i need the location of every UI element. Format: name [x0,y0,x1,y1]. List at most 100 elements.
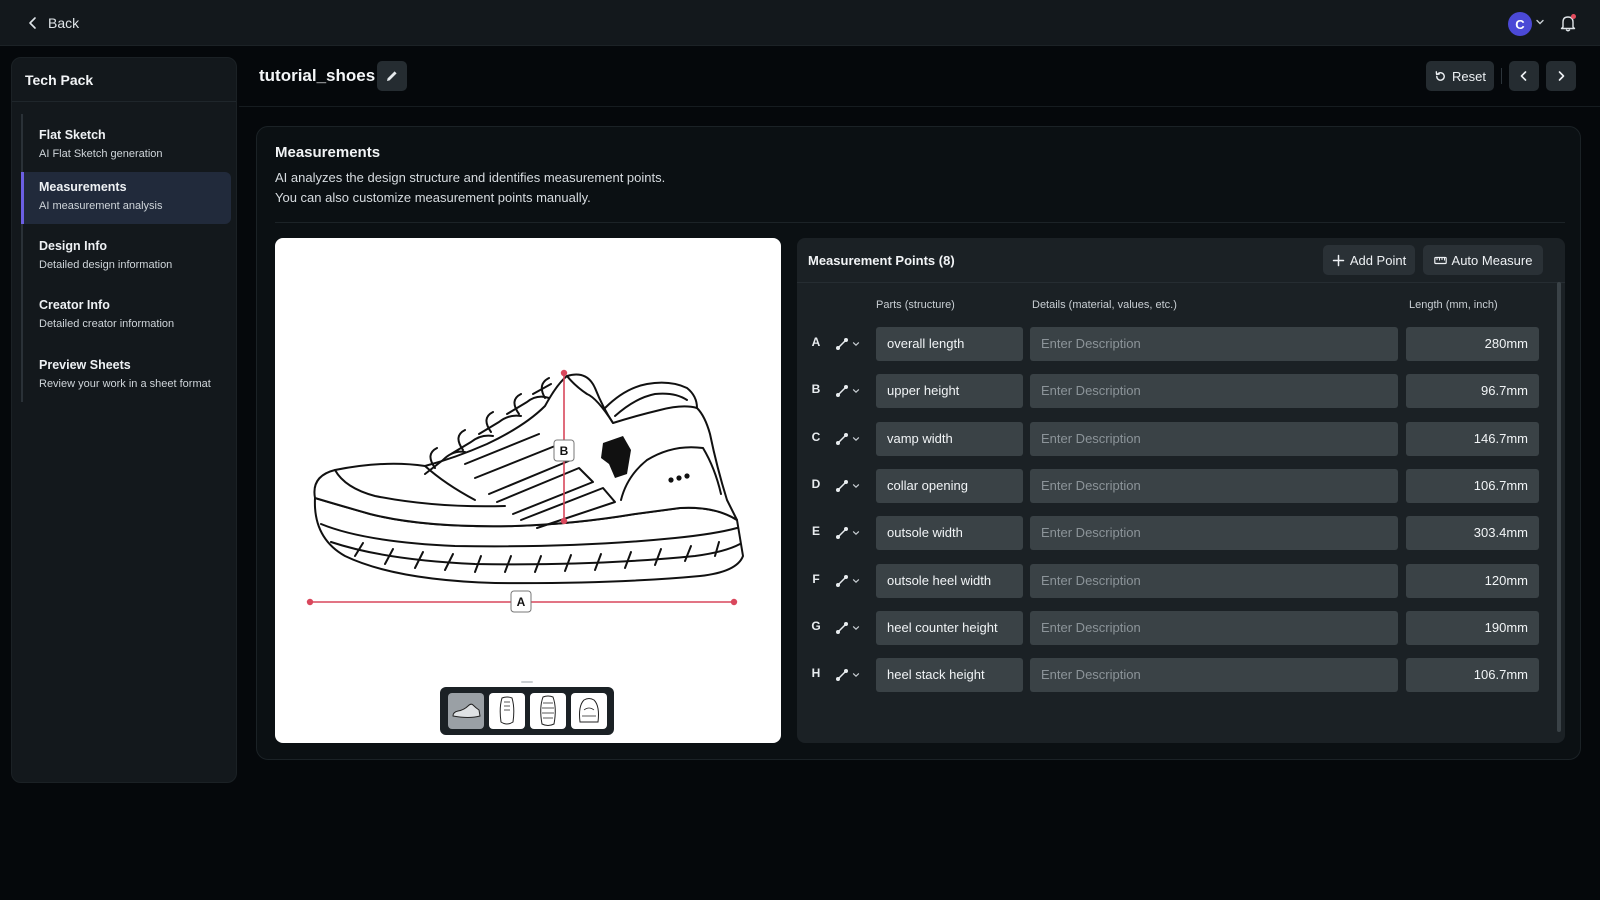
measurement-row: Gheel counter height Enter Description 190… [797,611,1557,645]
description-input[interactable]: Enter Description [1030,564,1398,598]
measure-tool-dropdown[interactable] [829,473,865,499]
section-description-line: You can also customize measurement point… [275,190,591,205]
back-label: Back [48,15,80,31]
chevron-down-icon [852,389,859,394]
description-input[interactable]: Enter Description [1030,658,1398,692]
reset-label: Reset [1452,68,1486,84]
chevron-down-icon[interactable] [1535,17,1545,27]
length-field[interactable]: 303.4mm [1406,516,1539,550]
scrollbar[interactable] [1557,282,1561,732]
marker-b[interactable]: B [553,439,575,462]
measure-tool-dropdown[interactable] [829,615,865,641]
thumbnail-side-view[interactable] [447,693,484,729]
sidebar-item-title: Flat Sketch [39,128,106,142]
measure-tool-dropdown[interactable] [829,426,865,452]
sketch-viewer[interactable]: A B [275,238,781,743]
part-name-field[interactable]: vamp width [876,422,1023,456]
avatar[interactable]: C [1508,12,1532,36]
chevron-down-icon [852,484,859,489]
sidebar-item-subtitle: AI measurement analysis [39,200,163,212]
thumbnail-top-view[interactable] [488,693,525,729]
description-input[interactable]: Enter Description [1030,374,1398,408]
length-field[interactable]: 96.7mm [1406,374,1539,408]
measure-tool-dropdown[interactable] [829,662,865,688]
length-field[interactable]: 146.7mm [1406,422,1539,456]
thumbnail-handle[interactable] [521,681,533,683]
measure-line-icon [835,338,848,350]
next-button[interactable] [1546,61,1576,91]
sidebar-item-title: Preview Sheets [39,358,131,372]
sidebar: Tech Pack Flat Sketch AI Flat Sketch gen… [11,57,237,783]
measure-tool-dropdown[interactable] [829,568,865,594]
part-name-field[interactable]: overall length [876,327,1023,361]
point-letter: C [811,430,821,444]
page-title: tutorial_shoes [259,66,376,85]
point-letter: E [811,524,820,538]
measurement-points-panel: Measurement Points (8) Add Point Auto Me… [797,238,1565,743]
section-title: Measurements [275,144,381,161]
part-name-field[interactable]: collar opening [876,469,1023,503]
shoe-back-icon [578,698,599,723]
reset-button[interactable]: Reset [1426,61,1494,91]
measure-tool-dropdown[interactable] [829,331,865,357]
sidebar-item-measurements[interactable]: Measurements AI measurement analysis [21,172,231,224]
back-button[interactable]: Back [26,12,79,34]
measure-tool-dropdown[interactable] [829,520,865,546]
marker-a-label: A [517,595,526,609]
length-field[interactable]: 280mm [1406,327,1539,361]
add-point-button[interactable]: Add Point [1323,245,1415,275]
sidebar-item-subtitle: Detailed design information [39,259,173,271]
length-field[interactable]: 120mm [1406,564,1539,598]
part-name-field[interactable]: heel counter height [876,611,1023,645]
chevron-down-icon [852,342,859,347]
measurement-row: Bupper height Enter Description 96.7mm [797,374,1557,408]
description-input[interactable]: Enter Description [1030,422,1398,456]
header-separator [1501,68,1502,84]
length-field[interactable]: 106.7mm [1406,469,1539,503]
sidebar-item-title: Creator Info [39,298,110,312]
measure-line-icon [835,433,848,445]
marker-b-label: B [560,444,569,458]
description-input[interactable]: Enter Description [1030,611,1398,645]
marker-a[interactable]: A [510,590,532,613]
sidebar-item-flat-sketch[interactable]: Flat Sketch AI Flat Sketch generation [21,120,231,172]
shoe-sole-icon [539,695,556,726]
sidebar-item-title: Design Info [39,239,108,253]
pencil-icon [387,71,397,81]
part-name-field[interactable]: upper height [876,374,1023,408]
sidebar-item-subtitle: Detailed creator information [39,318,175,330]
measure-line-icon [835,385,848,397]
column-header-length: Length (mm, inch) [1409,299,1498,311]
measure-line-icon [835,527,848,539]
thumbnail-strip [440,687,614,735]
previous-button[interactable] [1509,61,1539,91]
sidebar-item-preview-sheets[interactable]: Preview Sheets Review your work in a she… [21,350,231,402]
top-bar: Back C [0,0,1600,46]
notification-dot [1571,14,1576,19]
sidebar-title: Tech Pack [25,72,94,88]
length-field[interactable]: 106.7mm [1406,658,1539,692]
panel-divider [797,282,1565,283]
chevron-down-icon [852,531,859,536]
sidebar-item-creator-info[interactable]: Creator Info Detailed creator informatio… [21,290,231,342]
point-letter: D [811,477,821,491]
length-field[interactable]: 190mm [1406,611,1539,645]
measure-tool-dropdown[interactable] [829,378,865,404]
thumbnail-bottom-view[interactable] [529,693,566,729]
description-input[interactable]: Enter Description [1030,469,1398,503]
edit-title-button[interactable] [377,61,407,91]
part-name-field[interactable]: heel stack height [876,658,1023,692]
measurement-row: Cvamp width Enter Description 146.7mm [797,422,1557,456]
description-input[interactable]: Enter Description [1030,327,1398,361]
point-letter: B [811,382,821,396]
measurement-row: Dcollar opening Enter Description 106.7mm [797,469,1557,503]
part-name-field[interactable]: outsole heel width [876,564,1023,598]
auto-measure-button[interactable]: Auto Measure [1423,245,1543,275]
sidebar-item-design-info[interactable]: Design Info Detailed design information [21,231,231,283]
ruler-icon [1433,256,1447,264]
section-description: AI analyzes the design structure and ide… [275,168,665,208]
part-name-field[interactable]: outsole width [876,516,1023,550]
thumbnail-back-view[interactable] [570,693,607,729]
point-letter: A [811,335,821,349]
description-input[interactable]: Enter Description [1030,516,1398,550]
